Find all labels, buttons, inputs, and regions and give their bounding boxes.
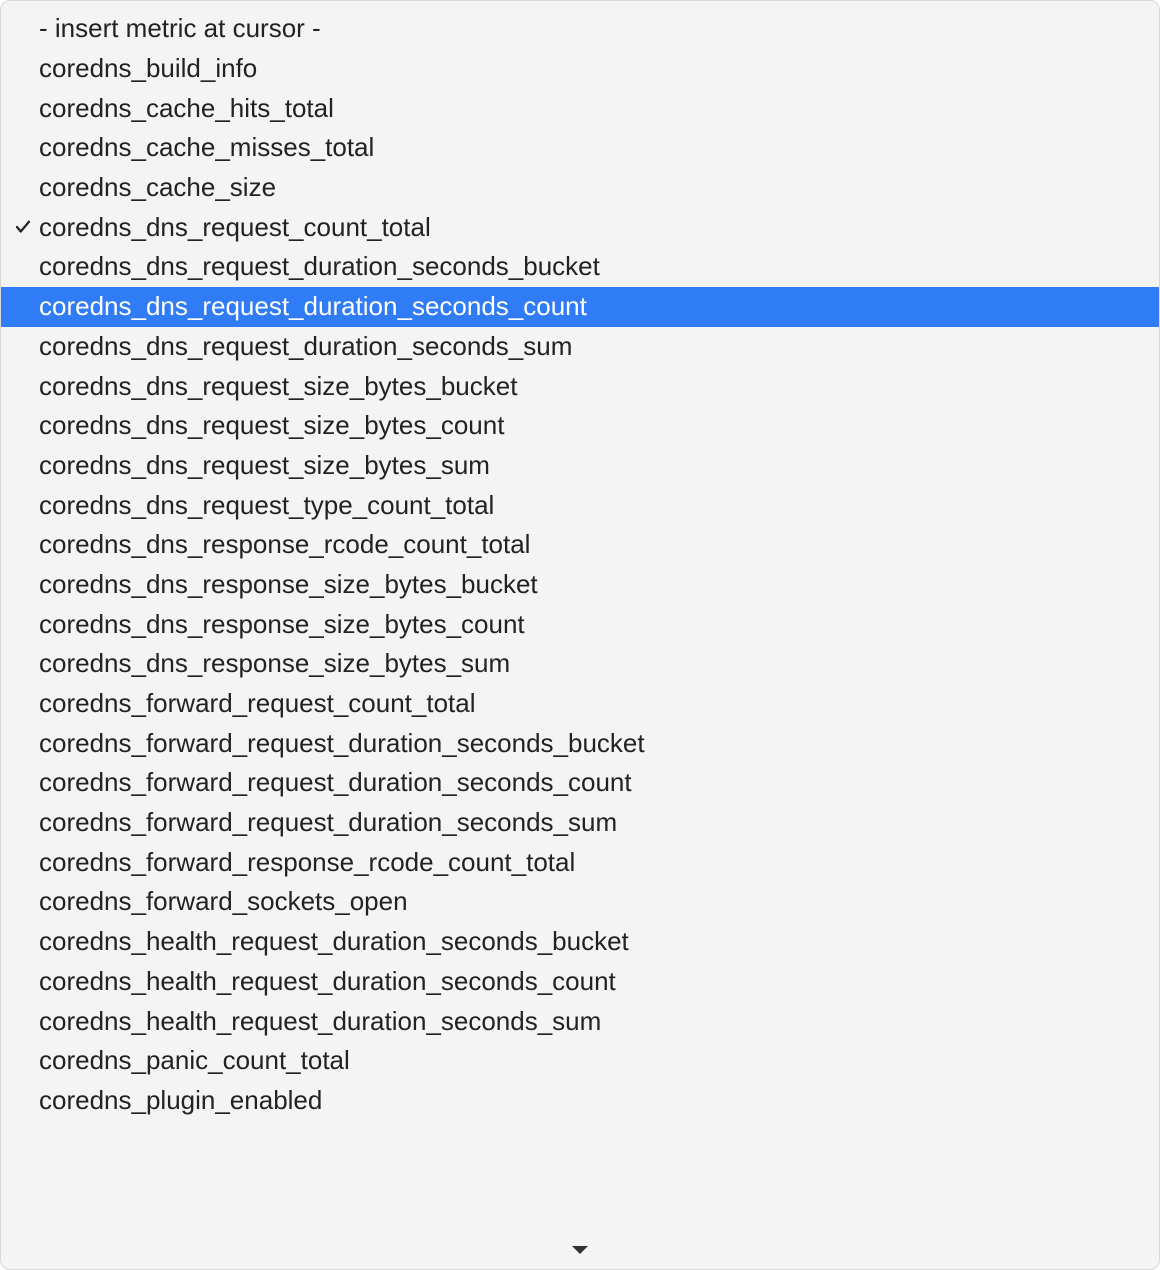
dropdown-option-label: coredns_forward_request_duration_seconds… [37,728,645,759]
dropdown-option[interactable]: coredns_forward_request_duration_seconds… [1,763,1159,803]
metric-dropdown[interactable]: - insert metric at cursor - coredns_build… [0,0,1160,1270]
scroll-down-arrow[interactable] [1,1237,1159,1263]
dropdown-option[interactable]: coredns_dns_request_duration_seconds_sum [1,327,1159,367]
dropdown-option-label: coredns_forward_sockets_open [37,886,408,917]
dropdown-option[interactable]: coredns_dns_request_size_bytes_count [1,406,1159,446]
dropdown-option[interactable]: coredns_forward_request_duration_seconds… [1,803,1159,843]
dropdown-option-label: coredns_forward_request_count_total [37,688,476,719]
dropdown-option-label: coredns_health_request_duration_seconds_… [37,926,629,957]
dropdown-option[interactable]: coredns_forward_request_count_total [1,684,1159,724]
dropdown-option-label: coredns_dns_request_size_bytes_sum [37,450,490,481]
dropdown-option-label: coredns_forward_response_rcode_count_tot… [37,847,575,878]
dropdown-option-label: coredns_forward_request_duration_seconds… [37,767,632,798]
dropdown-option-label: coredns_forward_request_duration_seconds… [37,807,617,838]
dropdown-option[interactable]: coredns_dns_request_size_bytes_sum [1,446,1159,486]
checkmark-slot [9,218,37,236]
dropdown-option[interactable]: coredns_build_info [1,49,1159,89]
dropdown-option[interactable]: coredns_dns_request_duration_seconds_cou… [1,287,1159,327]
dropdown-option[interactable]: coredns_health_request_duration_seconds_… [1,962,1159,1002]
dropdown-option[interactable]: coredns_health_request_duration_seconds_… [1,1001,1159,1041]
dropdown-option[interactable]: coredns_dns_request_count_total [1,207,1159,247]
dropdown-option[interactable]: - insert metric at cursor - [1,9,1159,49]
dropdown-option-label: coredns_plugin_enabled [37,1085,322,1116]
dropdown-option-label: coredns_panic_count_total [37,1045,350,1076]
dropdown-option[interactable]: coredns_forward_request_duration_seconds… [1,723,1159,763]
dropdown-option[interactable]: coredns_cache_size [1,168,1159,208]
dropdown-option[interactable]: coredns_plugin_enabled [1,1081,1159,1121]
dropdown-option-label: coredns_dns_request_type_count_total [37,490,494,521]
dropdown-option-label: coredns_dns_response_rcode_count_total [37,529,530,560]
dropdown-option-label: coredns_dns_request_size_bytes_bucket [37,371,517,402]
dropdown-option-label: coredns_dns_request_duration_seconds_sum [37,331,572,362]
chevron-down-icon [570,1243,590,1257]
dropdown-option[interactable]: coredns_forward_sockets_open [1,882,1159,922]
dropdown-option-label: coredns_dns_request_count_total [37,212,431,243]
dropdown-option[interactable]: coredns_dns_response_size_bytes_sum [1,644,1159,684]
dropdown-option[interactable]: coredns_cache_misses_total [1,128,1159,168]
dropdown-option-label: coredns_cache_size [37,172,276,203]
dropdown-option-label: coredns_build_info [37,53,257,84]
dropdown-option[interactable]: coredns_dns_response_size_bytes_bucket [1,565,1159,605]
dropdown-option-label: coredns_dns_request_size_bytes_count [37,410,504,441]
dropdown-option[interactable]: coredns_dns_request_duration_seconds_buc… [1,247,1159,287]
dropdown-option-label: coredns_dns_request_duration_seconds_buc… [37,251,600,282]
dropdown-option-label: coredns_dns_response_size_bytes_sum [37,648,510,679]
dropdown-option-label: coredns_health_request_duration_seconds_… [37,966,616,997]
dropdown-option[interactable]: coredns_panic_count_total [1,1041,1159,1081]
dropdown-option-label: coredns_cache_hits_total [37,93,334,124]
dropdown-option-label: coredns_dns_response_size_bytes_bucket [37,569,538,600]
dropdown-option[interactable]: coredns_dns_response_rcode_count_total [1,525,1159,565]
checkmark-icon [14,218,32,236]
dropdown-option-label: coredns_cache_misses_total [37,132,374,163]
dropdown-option[interactable]: coredns_dns_request_size_bytes_bucket [1,366,1159,406]
dropdown-option-label: coredns_health_request_duration_seconds_… [37,1006,601,1037]
dropdown-option[interactable]: coredns_health_request_duration_seconds_… [1,922,1159,962]
dropdown-option-label: coredns_dns_request_duration_seconds_cou… [37,291,587,322]
dropdown-option-label: coredns_dns_response_size_bytes_count [37,609,525,640]
dropdown-option[interactable]: coredns_cache_hits_total [1,88,1159,128]
dropdown-option[interactable]: coredns_dns_response_size_bytes_count [1,604,1159,644]
dropdown-option[interactable]: coredns_forward_response_rcode_count_tot… [1,842,1159,882]
dropdown-option-label: - insert metric at cursor - [37,13,321,44]
dropdown-option[interactable]: coredns_dns_request_type_count_total [1,485,1159,525]
